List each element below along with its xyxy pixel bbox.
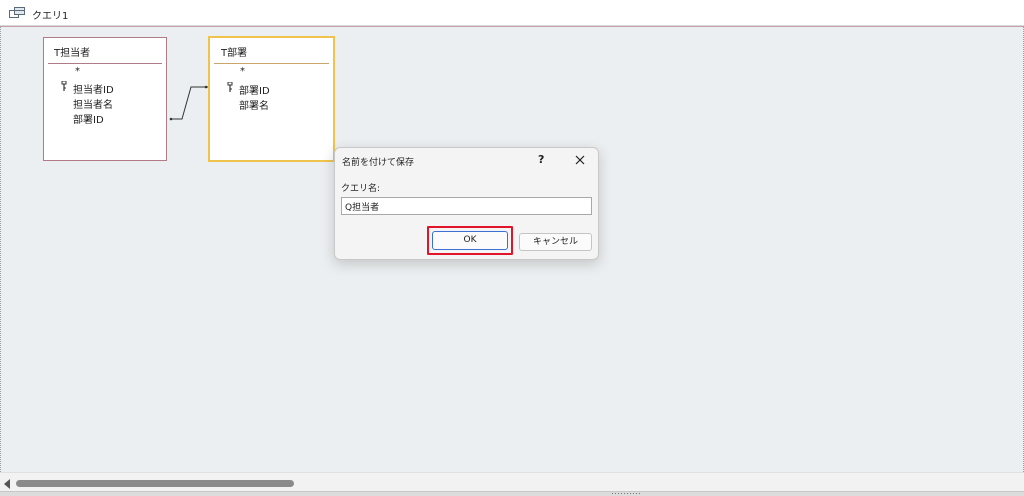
field-list-t-busho[interactable]: T部署 * 部署ID 部署名: [208, 36, 335, 162]
query-name-input[interactable]: [341, 197, 592, 215]
primary-key-icon: [61, 81, 67, 91]
splitter-grip-icon[interactable]: [612, 492, 642, 496]
field-list-divider: [48, 63, 162, 64]
field-busho-id[interactable]: 部署ID: [73, 111, 104, 126]
query-icon: [9, 7, 25, 18]
field-tantousha-id[interactable]: 担当者ID: [73, 81, 114, 96]
field-busho-mei[interactable]: 部署名: [239, 97, 269, 112]
field-list-divider: [214, 63, 329, 64]
field-tantousha-mei[interactable]: 担当者名: [73, 96, 113, 111]
field-list-t-tantousha[interactable]: T担当者 * 担当者ID 担当者名 部署ID: [43, 37, 167, 161]
dialog-title: 名前を付けて保存: [342, 158, 415, 168]
field-all[interactable]: *: [240, 66, 245, 77]
field-list-title[interactable]: T部署: [221, 44, 247, 59]
field-list-title[interactable]: T担当者: [54, 44, 90, 59]
scrollbar-thumb[interactable]: [16, 480, 294, 487]
save-as-dialog: 名前を付けて保存 ? クエリ名: OK キャンセル: [334, 147, 599, 260]
field-all[interactable]: *: [75, 66, 80, 77]
document-tab-bar: クエリ1: [0, 0, 1024, 26]
ok-button[interactable]: OK: [432, 231, 508, 250]
query-name-label: クエリ名:: [341, 184, 381, 194]
cancel-button[interactable]: キャンセル: [519, 233, 592, 251]
pane-splitter[interactable]: [0, 491, 1024, 496]
scroll-left-icon[interactable]: [3, 479, 11, 489]
tab-title[interactable]: クエリ1: [32, 7, 68, 22]
close-icon[interactable]: [573, 153, 587, 167]
primary-key-icon: [227, 82, 233, 92]
field-busho-id[interactable]: 部署ID: [239, 82, 270, 97]
help-button[interactable]: ?: [538, 153, 544, 166]
